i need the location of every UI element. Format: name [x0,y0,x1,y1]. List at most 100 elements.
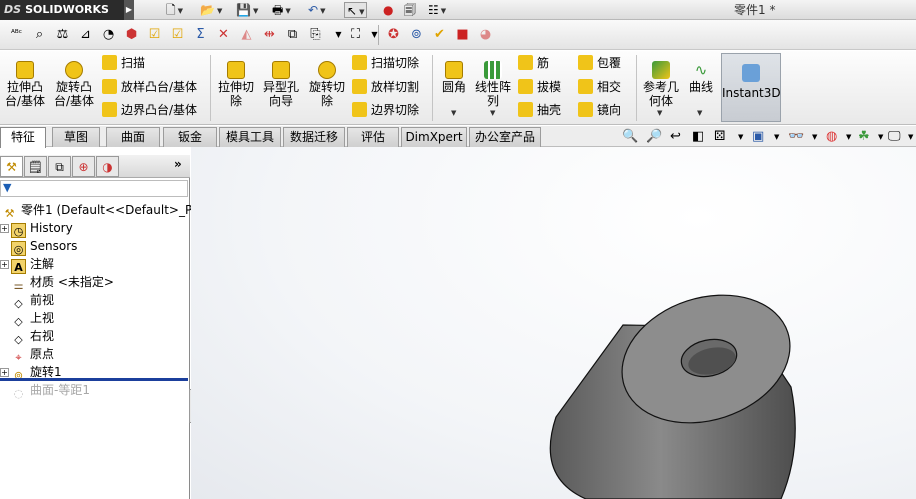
feature-manager-tab[interactable]: ⚒ [0,156,23,177]
sweep-button[interactable]: 扫描 [102,54,145,72]
tab-mold-tools[interactable]: 模具工具 [219,127,281,147]
revolve-cut-button[interactable]: 旋转切除 [307,61,347,108]
section-properties-icon[interactable]: ⊿ [77,26,94,43]
print-button[interactable]: 🖶 ▼ [272,2,291,18]
undo-button[interactable]: ↶ ▼ [308,2,325,18]
graphics-area[interactable] [191,147,916,499]
tab-office-products[interactable]: 办公室产品 [469,127,541,147]
tab-dimxpert[interactable]: DimXpert [401,127,467,147]
compare-icon[interactable]: ⎘ [307,26,324,43]
dimxpert-manager-tab[interactable]: ⊕ [72,156,95,177]
tree-item-offset-surface[interactable]: ◌ 曲面-等距1 [11,381,90,400]
previous-view-icon[interactable]: ↩ [670,128,681,146]
verify-icon[interactable]: ✔ [431,26,448,43]
tab-features[interactable]: 特征 [0,127,46,148]
tree-item-annotations[interactable]: + A 注解 [0,255,54,274]
reference-dropdown-icon[interactable]: ▼ [366,26,383,43]
sensor-icon[interactable]: ◔ [100,26,117,43]
curves-button[interactable]: ∿ 曲线 [686,61,716,94]
zoom-to-area-icon[interactable]: 🔎 [646,128,662,146]
tab-sketch[interactable]: 草图 [52,127,100,147]
undercut-icon[interactable]: ⧉ [284,26,301,43]
mirror-button[interactable]: 镜向 [578,101,621,119]
tree-item-sensors[interactable]: ◎ Sensors [11,237,77,256]
view-settings-icon[interactable]: 🖵 [888,128,901,146]
lofted-cut-button[interactable]: 放样切割 [352,78,419,96]
boundary-cut-button[interactable]: 边界切除 [352,101,419,119]
draft-analysis-icon[interactable]: ◭ [238,26,255,43]
tree-item-origin[interactable]: ⌖ 原点 [11,345,54,364]
swept-cut-button[interactable]: 扫描切除 [352,54,419,72]
check-geometry-icon[interactable]: ☑ [169,26,186,43]
apply-scene-dropdown-icon[interactable]: ▼ [878,128,883,146]
appearance-icon[interactable]: ◕ [477,26,494,43]
property-manager-tab[interactable]: 🗒 [24,156,47,177]
cylinder-part[interactable] [549,274,806,499]
reference-geometry-button[interactable]: 参考几 何体 [640,61,682,108]
display-style-dropdown-icon[interactable]: ▼ [774,128,779,146]
panel-more-chevron-icon[interactable]: » [174,157,182,171]
mass-properties-icon[interactable]: ⚖ [54,26,71,43]
tree-root-part[interactable]: ⚒ 零件1 (Default<<Default>_Ph [2,201,200,220]
tab-evaluate[interactable]: 评估 [347,127,399,147]
hole-wizard-button[interactable]: 异型孔 向导 [261,61,301,108]
wrap-button[interactable]: 包覆 [578,54,621,72]
select-button[interactable]: ↖ ▼ [344,2,368,18]
linear-pattern-dropdown-icon[interactable]: ▼ [490,109,495,117]
tab-data-migration[interactable]: 数据迁移 [283,127,345,147]
rib-button[interactable]: 筋 [518,54,549,72]
file-properties-button[interactable]: 🗐 [404,2,416,18]
toolbar-more-dropdown-icon[interactable]: ▼ [330,26,347,43]
extrude-boss-button[interactable]: 拉伸凸 台/基体 [4,61,46,108]
tree-item-right-plane[interactable]: ◇ 右视 [11,327,54,346]
tree-item-front-plane[interactable]: ◇ 前视 [11,291,54,310]
tree-item-material[interactable]: ⚌ 材质 <未指定> [11,273,114,292]
revolve-boss-button[interactable]: 旋转凸 台/基体 [52,61,96,108]
measure-icon[interactable]: ⌕ [31,26,48,43]
instant3d-button[interactable]: Instant3D [721,53,781,122]
edit-appearance-icon[interactable]: ◍ [826,128,837,146]
equations-icon[interactable]: Σ [192,26,209,43]
curves-dropdown-icon[interactable]: ▼ [697,109,702,117]
materials-icon[interactable]: ■ [454,26,471,43]
view-orientation-icon[interactable]: ⚄ [714,128,725,146]
simulation-icon[interactable]: ⊚ [408,26,425,43]
reference-geometry-dropdown-icon[interactable]: ▼ [657,109,662,117]
view-orientation-dropdown-icon[interactable]: ▼ [738,128,743,146]
open-button[interactable]: 📂 ▼ [200,2,222,18]
expand-toggle-icon[interactable]: + [0,260,9,269]
edit-appearance-dropdown-icon[interactable]: ▼ [846,128,851,146]
reference-icon[interactable]: ⛶ [347,26,364,43]
save-button[interactable]: 💾 ▼ [236,2,258,18]
hide-show-dropdown-icon[interactable]: ▼ [812,128,817,146]
configuration-manager-tab[interactable]: ⧉ [48,156,71,177]
solidworks-logo[interactable]: DS SOLIDWORKS [0,0,124,20]
section-view-icon[interactable]: ◧ [692,128,704,146]
check-icon[interactable]: ☑ [146,26,163,43]
tab-surfaces[interactable]: 曲面 [106,127,160,147]
interference-icon[interactable]: ✕ [215,26,232,43]
boundary-boss-button[interactable]: 边界凸台/基体 [102,101,197,119]
fillet-dropdown-icon[interactable]: ▼ [451,109,456,117]
shell-button[interactable]: 抽壳 [518,101,561,119]
tree-item-history[interactable]: + ◷ History [0,219,73,238]
spell-check-icon[interactable]: ᴬᴮᶜ [8,26,25,43]
new-document-button[interactable]: 🗋 ▼ [166,2,183,18]
curvature-icon[interactable]: ⇹ [261,26,278,43]
tab-sheet-metal[interactable]: 钣金 [163,127,217,147]
expand-toggle-icon[interactable]: + [0,368,9,377]
display-style-icon[interactable]: ▣ [752,128,764,146]
tree-item-top-plane[interactable]: ◇ 上视 [11,309,54,328]
extrude-cut-button[interactable]: 拉伸切除 [216,61,256,108]
loft-boss-button[interactable]: 放样凸台/基体 [102,78,197,96]
fillet-button[interactable]: 圆角 [438,61,470,94]
hide-show-items-icon[interactable]: 👓 [788,128,804,146]
apply-scene-icon[interactable]: ☘ [858,128,870,146]
intersect-button[interactable]: 相交 [578,78,621,96]
feature-tree-filter[interactable]: ▼ [0,180,188,197]
draft-button[interactable]: 拔模 [518,78,561,96]
linear-pattern-button[interactable]: 线性阵列 [472,61,514,108]
zoom-to-fit-icon[interactable]: 🔍 [622,128,638,146]
options-button[interactable]: ☷ ▼ [428,2,446,18]
statistics-icon[interactable]: ⬢ [123,26,140,43]
